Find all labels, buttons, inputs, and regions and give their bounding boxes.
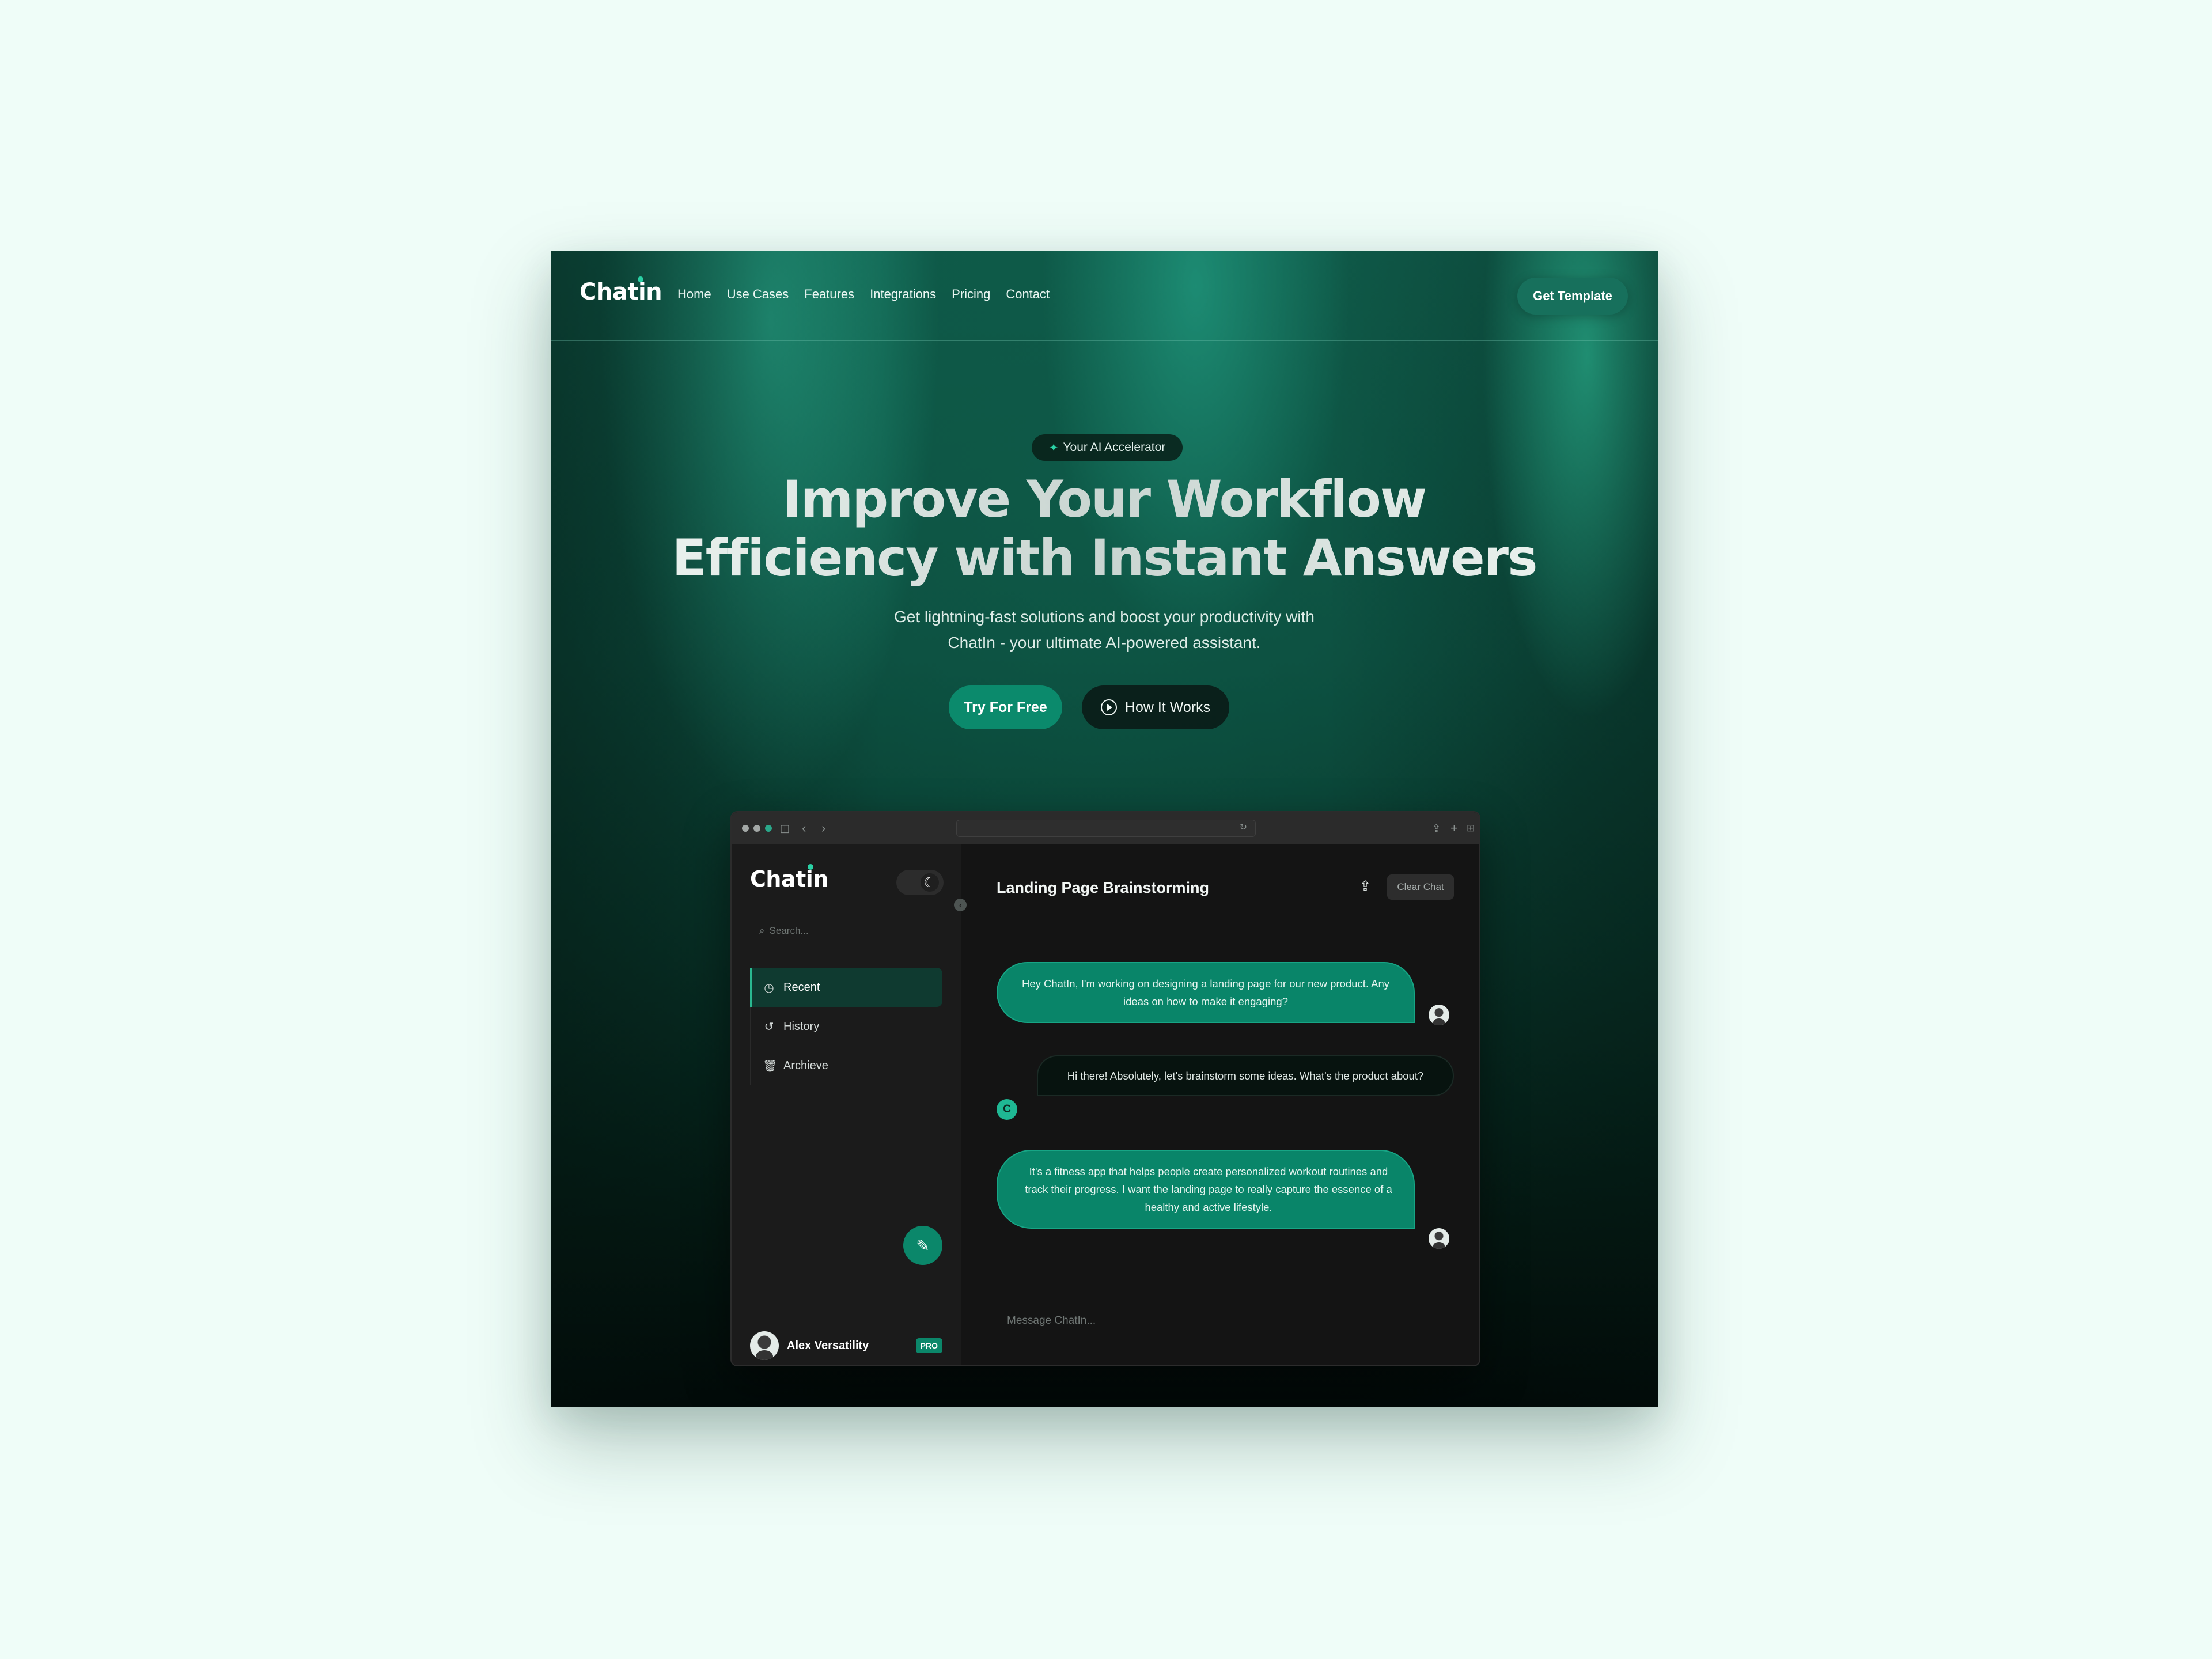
message-text: It's a fitness app that helps people cre… bbox=[1025, 1165, 1392, 1213]
sidebar-item-recent[interactable]: ◷ Recent bbox=[750, 968, 942, 1007]
share-icon[interactable]: ⇪ bbox=[1359, 878, 1371, 895]
pencil-icon: ✎ bbox=[916, 1236, 930, 1255]
window-maximize-dot[interactable] bbox=[765, 825, 772, 832]
nav-link-pricing[interactable]: Pricing bbox=[952, 287, 990, 302]
plan-badge: PRO bbox=[915, 1338, 942, 1353]
nav-link-contact[interactable]: Contact bbox=[1006, 287, 1050, 302]
tab-overview-icon[interactable]: ⊞ bbox=[1467, 820, 1475, 836]
sidebar-item-history[interactable]: ↺ History bbox=[751, 1007, 942, 1046]
message-text: Hey ChatIn, I'm working on designing a l… bbox=[1021, 978, 1390, 1007]
hero-title: Improve Your Workflow Efficiency with In… bbox=[551, 470, 1658, 588]
hero-subtitle-line-2: ChatIn - your ultimate AI-powered assist… bbox=[948, 634, 1261, 652]
sparkle-icon: ✦ bbox=[1048, 441, 1059, 454]
new-tab-plus-icon[interactable]: + bbox=[1450, 820, 1458, 836]
theme-toggle[interactable]: ☾ bbox=[896, 870, 944, 895]
brand-logo-text: Chatin bbox=[579, 279, 662, 305]
sidebar-item-label: Archieve bbox=[783, 1059, 828, 1072]
new-chat-button[interactable]: ✎ bbox=[903, 1226, 942, 1265]
app-preview-window: ◫ ‹ › ↻ ⇪ + ⊞ Chatin ☾ ⌕ Search... ◷ Rec… bbox=[730, 811, 1480, 1366]
get-template-button[interactable]: Get Template bbox=[1517, 278, 1628, 315]
browser-titlebar: ◫ ‹ › ↻ ⇪ + ⊞ bbox=[732, 812, 1479, 844]
app-logo-text: Chatin bbox=[750, 866, 828, 892]
bot-avatar: C bbox=[997, 1099, 1017, 1120]
sidebar-item-label: Recent bbox=[783, 980, 820, 994]
user-avatar bbox=[1429, 1228, 1449, 1249]
avatar bbox=[750, 1331, 779, 1360]
window-close-dot[interactable] bbox=[742, 825, 749, 832]
clock-icon: ◷ bbox=[764, 981, 774, 994]
logo-dot bbox=[808, 864, 813, 870]
nav-link-use-cases[interactable]: Use Cases bbox=[727, 287, 789, 302]
clear-chat-button[interactable]: Clear Chat bbox=[1387, 874, 1454, 900]
hero-subtitle: Get lightning-fast solutions and boost y… bbox=[551, 604, 1658, 656]
app-logo: Chatin bbox=[750, 864, 828, 892]
share-icon[interactable]: ⇪ bbox=[1432, 820, 1441, 836]
trash-icon: 🗑 bbox=[763, 1059, 778, 1073]
hero-badge: ✦ Your AI Accelerator bbox=[1032, 434, 1183, 461]
sidebar-item-label: History bbox=[783, 1020, 820, 1033]
user-avatar bbox=[1429, 1005, 1449, 1025]
sidebar-toggle-icon[interactable]: ◫ bbox=[780, 820, 790, 836]
message-text: Hi there! Absolutely, let's brainstorm s… bbox=[1067, 1070, 1424, 1082]
landing-page-card: Chatin Home Use Cases Features Integrati… bbox=[551, 251, 1658, 1407]
app-sidebar: Chatin ☾ ⌕ Search... ◷ Recent ↺ History … bbox=[732, 844, 961, 1365]
hero-title-line-1: Improve Your Workflow bbox=[782, 469, 1426, 529]
chat-panel: Landing Page Brainstorming ⇪ Clear Chat … bbox=[961, 844, 1479, 1365]
chat-message-user: Hey ChatIn, I'm working on designing a l… bbox=[997, 962, 1415, 1023]
brand-logo[interactable]: Chatin bbox=[579, 276, 662, 305]
sidebar-nav: ◷ Recent ↺ History 🗑 Archieve bbox=[750, 968, 942, 1085]
address-bar[interactable]: ↻ bbox=[956, 820, 1256, 837]
message-input[interactable] bbox=[997, 1306, 1453, 1335]
chat-title: Landing Page Brainstorming bbox=[997, 879, 1210, 896]
forward-chevron-icon[interactable]: › bbox=[821, 820, 825, 836]
how-it-works-label: How It Works bbox=[1124, 699, 1211, 715]
nav-link-integrations[interactable]: Integrations bbox=[870, 287, 936, 302]
nav-link-home[interactable]: Home bbox=[677, 287, 711, 302]
how-it-works-button[interactable]: How It Works bbox=[1082, 685, 1229, 729]
try-for-free-button[interactable]: Try For Free bbox=[949, 685, 1062, 729]
sidebar-item-archive[interactable]: 🗑 Archieve bbox=[751, 1046, 942, 1085]
nav-links: Home Use Cases Features Integrations Pri… bbox=[677, 287, 1050, 302]
collapse-sidebar-button[interactable]: ‹ bbox=[954, 899, 967, 911]
top-navbar: Chatin Home Use Cases Features Integrati… bbox=[551, 251, 1658, 341]
chat-message-user: It's a fitness app that helps people cre… bbox=[997, 1150, 1415, 1229]
moon-icon: ☾ bbox=[921, 873, 939, 892]
chat-message-bot: Hi there! Absolutely, let's brainstorm s… bbox=[1037, 1055, 1454, 1096]
hero-badge-text: Your AI Accelerator bbox=[1063, 441, 1166, 454]
back-chevron-icon[interactable]: ‹ bbox=[802, 820, 806, 836]
search-icon: ⌕ bbox=[759, 925, 765, 936]
hero-subtitle-line-1: Get lightning-fast solutions and boost y… bbox=[894, 608, 1315, 626]
history-icon: ↺ bbox=[764, 1020, 774, 1033]
search-placeholder: Search... bbox=[769, 925, 809, 936]
sidebar-search[interactable]: ⌕ Search... bbox=[759, 919, 932, 942]
logo-dot bbox=[638, 276, 643, 282]
user-profile[interactable]: Alex Versatility PRO bbox=[750, 1331, 942, 1361]
reload-icon[interactable]: ↻ bbox=[1240, 821, 1247, 833]
nav-link-features[interactable]: Features bbox=[804, 287, 854, 302]
hero-title-line-2: Efficiency with Instant Answers bbox=[672, 528, 1537, 588]
play-circle-icon bbox=[1100, 699, 1117, 715]
user-name: Alex Versatility bbox=[787, 1339, 869, 1352]
window-minimize-dot[interactable] bbox=[753, 825, 760, 832]
hero-cta-row: Try For Free How It Works bbox=[551, 685, 1658, 729]
